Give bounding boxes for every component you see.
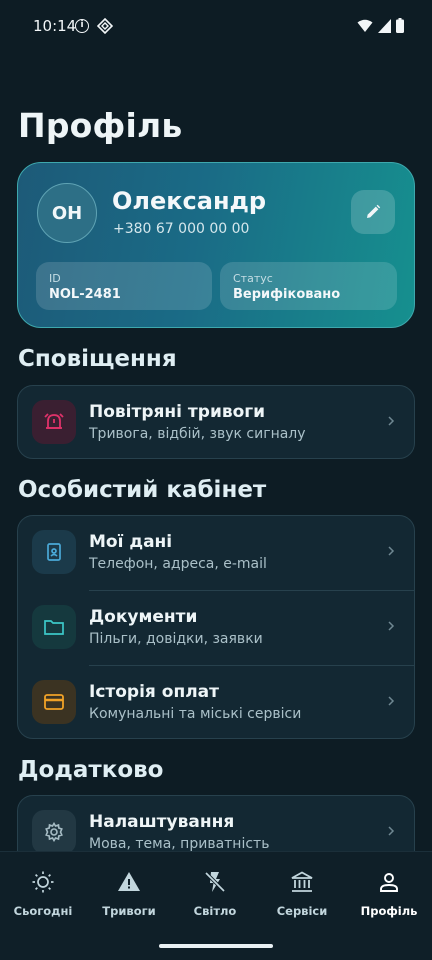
gear-icon	[32, 810, 76, 854]
chevron-right-icon	[388, 546, 395, 556]
id-card-icon	[32, 530, 76, 574]
item-subtitle: Тривога, відбій, звук сигналу	[89, 426, 306, 442]
chevron-right-icon	[388, 621, 395, 631]
power-off-icon	[204, 871, 226, 893]
battery-icon	[396, 18, 404, 33]
nav-label: Сервіси	[276, 904, 328, 918]
item-subtitle: Мова, тема, приватність	[89, 836, 270, 852]
status-indicators	[357, 18, 404, 33]
item-title: Документи	[89, 607, 198, 627]
profile-card: ОН Олександр +380 67 000 00 00 ID NOL-24…	[17, 162, 415, 328]
item-subtitle: Комунальні та міські сервіси	[89, 706, 302, 722]
nav-item-profile[interactable]: Профіль	[346, 852, 432, 932]
list-item-payment-history[interactable]: Історія оплат Комунальні та міські серві…	[18, 666, 414, 740]
item-subtitle: Телефон, адреса, e-mail	[89, 556, 267, 572]
profile-phone: +380 67 000 00 00	[113, 221, 250, 237]
id-label: ID	[49, 272, 61, 285]
nav-label: Світло	[193, 904, 237, 918]
list-item-air-alerts[interactable]: Повітряні тривоги Тривога, відбій, звук …	[18, 386, 414, 460]
home-indicator[interactable]	[159, 944, 273, 948]
sun-icon	[32, 871, 54, 893]
nav-label: Профіль	[360, 904, 418, 918]
nav-item-alerts[interactable]: Тривоги	[86, 852, 172, 932]
nav-item-services[interactable]: Сервіси	[259, 852, 345, 932]
id-box: ID NOL-2481	[36, 262, 212, 310]
status-value: Верифіковано	[233, 287, 341, 302]
cabinet-card: Мої дані Телефон, адреса, e-mail Докумен…	[17, 515, 415, 739]
section-title-extra: Додатково	[18, 757, 164, 783]
wifi-icon	[357, 19, 373, 32]
list-item-documents[interactable]: Документи Пільги, довідки, заявки	[18, 591, 414, 665]
vpn-diamond-icon	[97, 18, 113, 34]
item-subtitle: Пільги, довідки, заявки	[89, 631, 263, 647]
nav-label: Сьогодні	[13, 904, 73, 918]
item-title: Мої дані	[89, 532, 173, 552]
edit-profile-button[interactable]	[351, 190, 395, 234]
item-title: Повітряні тривоги	[89, 402, 266, 422]
status-box: Статус Верифіковано	[220, 262, 397, 310]
pencil-icon	[367, 204, 381, 218]
warning-icon	[118, 872, 140, 891]
chevron-right-icon	[388, 826, 395, 836]
status-bar: 10:14 i	[0, 0, 432, 52]
id-value: NOL-2481	[49, 287, 121, 302]
status-label: Статус	[233, 272, 273, 285]
institution-icon	[291, 871, 313, 892]
section-title-cabinet: Особистий кабінет	[18, 477, 267, 503]
credit-card-icon	[32, 680, 76, 724]
person-icon	[380, 873, 398, 892]
alarm-icon	[32, 400, 76, 444]
folder-icon	[32, 605, 76, 649]
signal-icon	[378, 18, 391, 33]
nav-item-today[interactable]: Сьогодні	[0, 852, 86, 932]
list-item-my-data[interactable]: Мої дані Телефон, адреса, e-mail	[18, 516, 414, 590]
nav-label: Тривоги	[102, 904, 156, 918]
item-title: Історія оплат	[89, 682, 219, 702]
item-title: Налаштування	[89, 812, 235, 832]
nav-item-power[interactable]: Світло	[172, 852, 258, 932]
status-time: 10:14	[33, 17, 77, 35]
profile-name: Олександр	[112, 187, 267, 215]
chevron-right-icon	[388, 416, 395, 426]
avatar: ОН	[37, 183, 97, 243]
info-icon: i	[75, 19, 89, 33]
notifications-card: Повітряні тривоги Тривога, відбій, звук …	[17, 385, 415, 459]
section-title-notifications: Сповіщення	[18, 346, 177, 372]
page-title: Профіль	[18, 106, 183, 145]
chevron-right-icon	[388, 696, 395, 706]
